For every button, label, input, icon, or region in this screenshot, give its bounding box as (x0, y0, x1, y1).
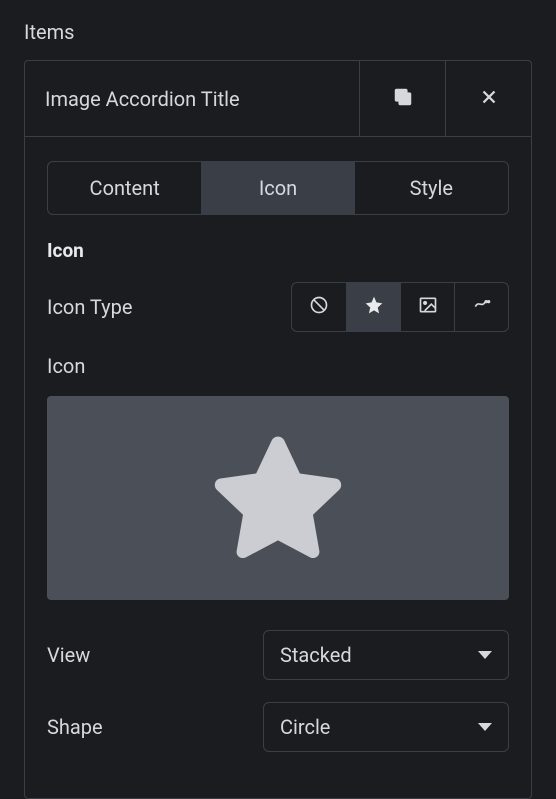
shape-select-value: Circle (280, 715, 330, 739)
duplicate-button[interactable] (359, 61, 445, 136)
copy-icon (392, 86, 414, 112)
none-icon (309, 295, 329, 319)
tab-content[interactable]: Content (48, 162, 201, 214)
lottie-icon (472, 295, 492, 319)
tab-style[interactable]: Style (355, 162, 508, 214)
star-icon (203, 421, 353, 575)
chevron-down-icon (478, 651, 492, 659)
shape-row: Shape Circle (47, 702, 509, 752)
shape-select[interactable]: Circle (263, 702, 509, 752)
accordion-title[interactable]: Image Accordion Title (25, 61, 359, 136)
icon-type-none[interactable] (292, 283, 346, 331)
chevron-down-icon (478, 723, 492, 731)
icon-type-group (291, 282, 509, 332)
view-label: View (47, 643, 90, 667)
section-title: Items (24, 20, 532, 44)
icon-type-row: Icon Type (47, 282, 509, 332)
icon-type-icon[interactable] (346, 283, 400, 331)
icon-type-image[interactable] (400, 283, 454, 331)
view-row: View Stacked (47, 630, 509, 680)
icon-preview[interactable] (47, 396, 509, 600)
shape-label: Shape (47, 715, 103, 739)
close-button[interactable] (445, 61, 531, 136)
subsection-title: Icon (47, 239, 509, 262)
icon-type-label: Icon Type (47, 295, 132, 319)
image-icon (418, 295, 438, 319)
star-icon (364, 295, 384, 319)
accordion-body: Content Icon Style Icon Icon Type (25, 137, 531, 798)
view-select-value: Stacked (280, 643, 352, 667)
close-icon (478, 86, 500, 112)
accordion-item: Image Accordion Title Content Icon Style (24, 60, 532, 799)
view-select[interactable]: Stacked (263, 630, 509, 680)
icon-type-lottie[interactable] (454, 283, 508, 331)
icon-field-label: Icon (47, 354, 509, 378)
tab-icon[interactable]: Icon (201, 162, 354, 214)
accordion-header: Image Accordion Title (25, 61, 531, 137)
tabs: Content Icon Style (47, 161, 509, 215)
